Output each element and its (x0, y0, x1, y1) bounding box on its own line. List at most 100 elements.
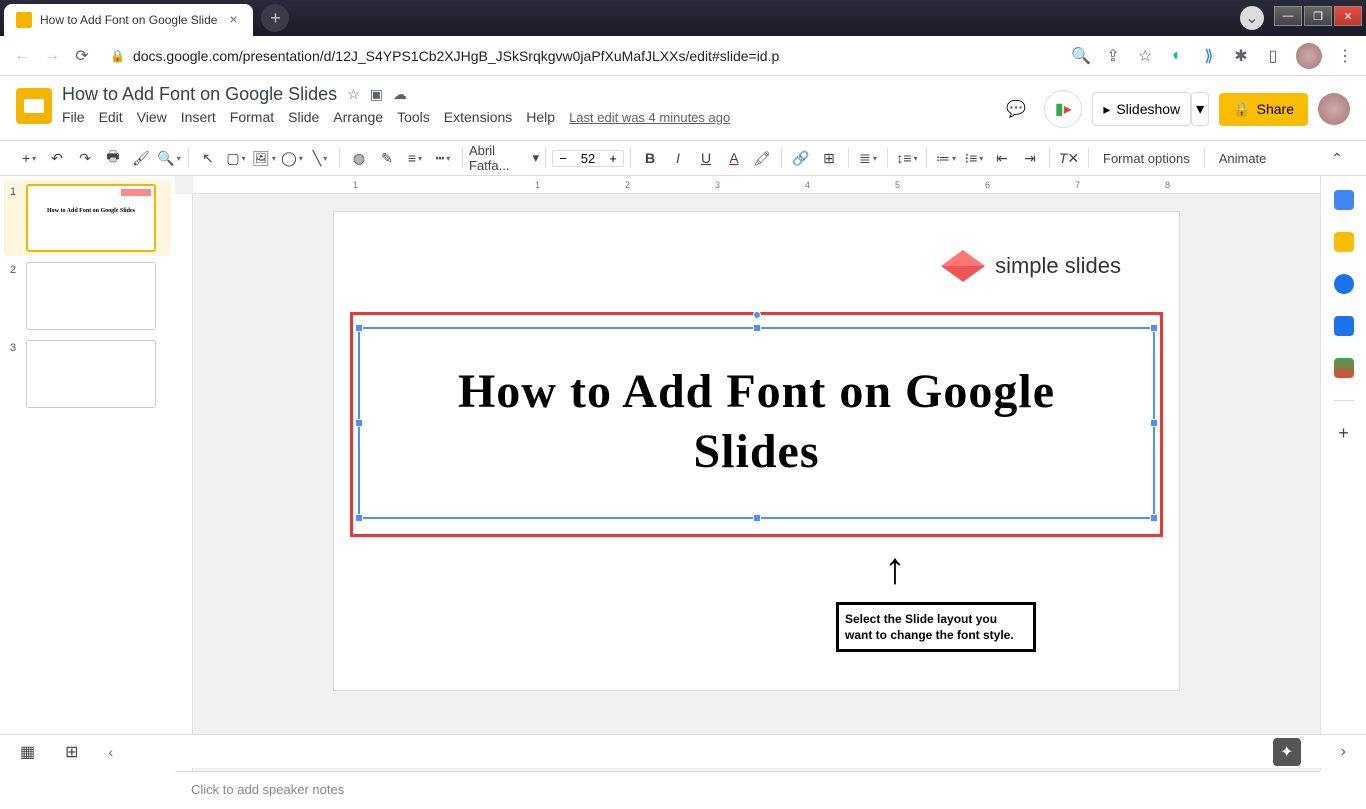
last-edit-link[interactable]: Last edit was 4 minutes ago (569, 110, 730, 125)
canvas-scroll[interactable]: simple slides How to Add Font on Google … (175, 194, 1320, 771)
menu-tools[interactable]: Tools (397, 109, 430, 125)
zoom-button[interactable]: 🔍 (156, 145, 182, 171)
menu-file[interactable]: File (62, 109, 85, 125)
slide-thumbnail-2[interactable] (26, 262, 156, 330)
explore-button[interactable]: ✦ (1273, 738, 1301, 766)
zoom-icon[interactable]: 🔍 (1072, 47, 1090, 65)
slide-canvas[interactable]: simple slides How to Add Font on Google … (334, 212, 1179, 690)
show-side-panel-icon[interactable]: › (1341, 743, 1346, 761)
border-dash-button[interactable]: ┅ (430, 145, 456, 171)
share-button[interactable]: 🔒 Share (1219, 93, 1308, 126)
meet-button[interactable]: ▮▸ (1044, 90, 1082, 128)
extension-icon[interactable]: ◐ (1168, 47, 1186, 65)
star-icon[interactable]: ☆ (347, 86, 360, 103)
border-color-button[interactable]: ✎ (374, 145, 400, 171)
profile-avatar[interactable] (1296, 43, 1322, 69)
rotate-handle[interactable] (753, 311, 761, 319)
forward-icon[interactable]: → (42, 46, 62, 66)
slides-logo-icon[interactable] (16, 88, 52, 124)
tab-close-icon[interactable]: × (225, 12, 241, 28)
menu-view[interactable]: View (137, 109, 167, 125)
speaker-notes[interactable]: Click to add speaker notes (175, 771, 1320, 809)
resize-handle[interactable] (1150, 514, 1158, 522)
add-addon-icon[interactable]: + (1338, 423, 1349, 444)
indent-increase-button[interactable]: ⇥ (1017, 145, 1043, 171)
minimize-button[interactable]: — (1274, 6, 1302, 26)
menu-dots-icon[interactable]: ⋮ (1336, 47, 1354, 65)
menu-format[interactable]: Format (230, 109, 274, 125)
font-family-selector[interactable]: Abril Fatfa... ▾ (469, 143, 539, 173)
numbered-list-button[interactable]: ≔ (933, 145, 959, 171)
menu-extensions[interactable]: Extensions (444, 109, 512, 125)
indent-decrease-button[interactable]: ⇤ (989, 145, 1015, 171)
cast-icon[interactable]: ⟫ (1200, 47, 1218, 65)
share-page-icon[interactable]: ⇪ (1104, 47, 1122, 65)
url-input[interactable]: 🔒 docs.google.com/presentation/d/12J_S4Y… (102, 48, 1062, 64)
filmstrip-view-icon[interactable]: ▦ (20, 742, 35, 762)
slide-thumbnail-3[interactable] (26, 340, 156, 408)
move-folder-icon[interactable]: ▣ (370, 86, 383, 103)
highlight-button[interactable]: 🖍 (749, 145, 775, 171)
close-window-button[interactable]: ✕ (1334, 6, 1362, 26)
comment-history-icon[interactable]: 💬 (998, 91, 1034, 127)
paint-format-button[interactable]: 🖌 (128, 145, 154, 171)
account-avatar[interactable] (1318, 93, 1350, 125)
bold-button[interactable]: B (637, 145, 663, 171)
shape-tool[interactable]: ◯ (279, 145, 305, 171)
menu-arrange[interactable]: Arrange (333, 109, 383, 125)
collapse-toolbar-icon[interactable]: ⌃ (1324, 145, 1350, 171)
slideshow-dropdown[interactable]: ▾ (1191, 92, 1209, 126)
resize-handle[interactable] (1150, 324, 1158, 332)
border-weight-button[interactable]: ≡ (402, 145, 428, 171)
maximize-button[interactable]: ❐ (1304, 6, 1332, 26)
bookmark-star-icon[interactable]: ☆ (1136, 47, 1154, 65)
bulleted-list-button[interactable]: ⁝≡ (961, 145, 987, 171)
line-spacing-button[interactable]: ↕≡ (894, 145, 920, 171)
resize-handle[interactable] (753, 514, 761, 522)
reload-icon[interactable]: ⟳ (72, 46, 92, 66)
redo-button[interactable]: ↷ (72, 145, 98, 171)
font-size-increase[interactable]: + (603, 151, 623, 166)
back-icon[interactable]: ← (12, 46, 32, 66)
contacts-icon[interactable] (1334, 316, 1354, 336)
select-tool[interactable]: ↖ (195, 145, 221, 171)
cloud-saved-icon[interactable]: ☁ (393, 86, 407, 103)
resize-handle[interactable] (355, 324, 363, 332)
underline-button[interactable]: U (693, 145, 719, 171)
slide-title-text[interactable]: How to Add Font on Google Slides (394, 362, 1119, 482)
undo-button[interactable]: ↶ (44, 145, 70, 171)
side-panel-icon[interactable]: ▯ (1264, 47, 1282, 65)
line-tool[interactable]: ╲ (307, 145, 333, 171)
resize-handle[interactable] (753, 324, 761, 332)
keep-icon[interactable] (1334, 232, 1354, 252)
font-size-input[interactable] (573, 151, 603, 166)
chevron-down-icon[interactable]: ⌄ (1240, 6, 1264, 30)
italic-button[interactable]: I (665, 145, 691, 171)
new-slide-button[interactable]: + (16, 145, 42, 171)
format-options-button[interactable]: Format options (1095, 151, 1198, 166)
font-size-decrease[interactable]: − (553, 151, 573, 166)
grid-view-icon[interactable]: ⊞ (65, 742, 78, 762)
menu-help[interactable]: Help (526, 109, 555, 125)
animate-button[interactable]: Animate (1211, 151, 1275, 166)
insert-link-button[interactable]: 🔗 (788, 145, 814, 171)
image-tool[interactable]: 🖼 (251, 145, 277, 171)
menu-edit[interactable]: Edit (99, 109, 123, 125)
fill-color-button[interactable]: ◍ (346, 145, 372, 171)
slide-thumbnail-1[interactable]: How to Add Font on Google Slides (26, 184, 156, 252)
align-button[interactable]: ≣ (855, 145, 881, 171)
textbox-tool[interactable]: ▢ (223, 145, 249, 171)
collapse-filmstrip-icon[interactable]: ‹ (109, 744, 114, 760)
print-button[interactable]: 🖶 (100, 145, 126, 171)
clear-formatting-button[interactable]: T✕ (1056, 145, 1082, 171)
menu-slide[interactable]: Slide (288, 109, 319, 125)
doc-title[interactable]: How to Add Font on Google Slides (62, 84, 337, 105)
slideshow-button[interactable]: ▸ Slideshow (1092, 92, 1191, 126)
text-color-button[interactable]: A (721, 145, 747, 171)
calendar-icon[interactable] (1334, 190, 1354, 210)
resize-handle[interactable] (355, 419, 363, 427)
browser-tab-active[interactable]: How to Add Font on Google Slide × (4, 4, 253, 36)
resize-handle[interactable] (1150, 419, 1158, 427)
maps-icon[interactable] (1334, 358, 1354, 378)
new-tab-button[interactable]: + (261, 4, 289, 32)
